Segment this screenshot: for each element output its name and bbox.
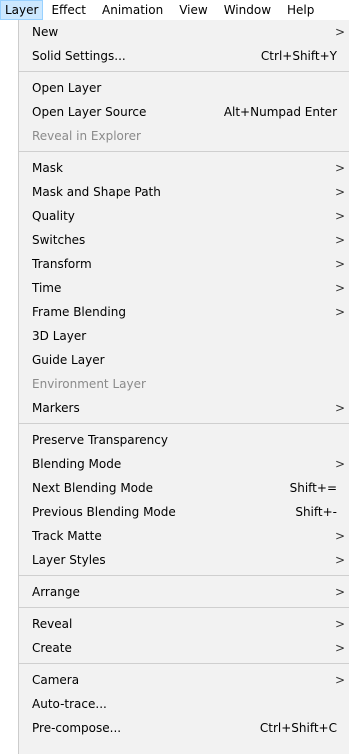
menubar-layer[interactable]: Layer bbox=[0, 0, 44, 20]
layer-dropdown-menu: New > Solid Settings... Ctrl+Shift+Y Open La… bbox=[18, 20, 349, 754]
menu-item-shortcut: Shift+- bbox=[295, 505, 337, 519]
menu-item-label: Solid Settings... bbox=[32, 49, 126, 63]
menu-item-label: Mask and Shape Path bbox=[32, 185, 161, 199]
menu-item-environment-layer: Environment Layer bbox=[19, 372, 349, 396]
menu-item-solid-settings[interactable]: Solid Settings... Ctrl+Shift+Y bbox=[19, 44, 349, 68]
menu-item-new[interactable]: New > bbox=[19, 20, 349, 44]
chevron-right-icon: > bbox=[334, 185, 345, 199]
menubar-help[interactable]: Help bbox=[279, 0, 322, 20]
menu-separator bbox=[19, 68, 349, 76]
menu-item-label: New bbox=[32, 25, 59, 39]
menu-item-label: Blending Mode bbox=[32, 457, 122, 471]
menu-separator bbox=[19, 572, 349, 580]
menu-item-switches[interactable]: Switches > bbox=[19, 228, 349, 252]
menubar-animation[interactable]: Animation bbox=[94, 0, 171, 20]
menu-item-arrange[interactable]: Arrange > bbox=[19, 580, 349, 604]
chevron-right-icon: > bbox=[334, 257, 345, 271]
menu-separator bbox=[19, 660, 349, 668]
chevron-right-icon: > bbox=[334, 209, 345, 223]
menu-item-label: Environment Layer bbox=[32, 377, 146, 391]
menu-item-open-layer[interactable]: Open Layer bbox=[19, 76, 349, 100]
menu-item-time[interactable]: Time > bbox=[19, 276, 349, 300]
menu-item-mask[interactable]: Mask > bbox=[19, 156, 349, 180]
chevron-right-icon: > bbox=[334, 529, 345, 543]
menu-item-label: Create bbox=[32, 641, 72, 655]
menu-item-previous-blending-mode[interactable]: Previous Blending Mode Shift+- bbox=[19, 500, 349, 524]
menu-item-label: Markers bbox=[32, 401, 80, 415]
chevron-right-icon: > bbox=[334, 401, 345, 415]
menu-item-label: Reveal bbox=[32, 617, 73, 631]
menu-item-label: Mask bbox=[32, 161, 63, 175]
menu-item-label: Guide Layer bbox=[32, 353, 105, 367]
chevron-right-icon: > bbox=[334, 25, 345, 39]
menu-item-pre-compose[interactable]: Pre-compose... Ctrl+Shift+C bbox=[19, 716, 349, 740]
chevron-right-icon: > bbox=[334, 161, 345, 175]
chevron-right-icon: > bbox=[334, 553, 345, 567]
menu-item-shortcut: Shift+= bbox=[289, 481, 337, 495]
menubar-effect[interactable]: Effect bbox=[43, 0, 94, 20]
menu-item-open-layer-source[interactable]: Open Layer Source Alt+Numpad Enter bbox=[19, 100, 349, 124]
menu-item-quality[interactable]: Quality > bbox=[19, 204, 349, 228]
menu-item-next-blending-mode[interactable]: Next Blending Mode Shift+= bbox=[19, 476, 349, 500]
menu-item-label: Pre-compose... bbox=[32, 721, 122, 735]
menu-item-reveal-in-explorer: Reveal in Explorer bbox=[19, 124, 349, 148]
chevron-right-icon: > bbox=[334, 585, 345, 599]
menu-item-label: Camera bbox=[32, 673, 80, 687]
chevron-right-icon: > bbox=[334, 673, 345, 687]
menu-item-label: Preserve Transparency bbox=[32, 433, 168, 447]
menu-item-label: Auto-trace... bbox=[32, 697, 107, 711]
menu-item-3d-layer[interactable]: 3D Layer bbox=[19, 324, 349, 348]
menu-item-label: Reveal in Explorer bbox=[32, 129, 141, 143]
menu-item-camera[interactable]: Camera > bbox=[19, 668, 349, 692]
menubar-window[interactable]: Window bbox=[216, 0, 279, 20]
menu-item-mask-and-shape-path[interactable]: Mask and Shape Path > bbox=[19, 180, 349, 204]
menu-item-auto-trace[interactable]: Auto-trace... bbox=[19, 692, 349, 716]
chevron-right-icon: > bbox=[334, 617, 345, 631]
menu-separator bbox=[19, 604, 349, 612]
menu-item-preserve-transparency[interactable]: Preserve Transparency bbox=[19, 428, 349, 452]
menu-item-label: Time bbox=[32, 281, 62, 295]
menu-item-transform[interactable]: Transform > bbox=[19, 252, 349, 276]
chevron-right-icon: > bbox=[334, 281, 345, 295]
menu-item-markers[interactable]: Markers > bbox=[19, 396, 349, 420]
menu-item-label: Track Matte bbox=[32, 529, 102, 543]
menu-item-label: Switches bbox=[32, 233, 86, 247]
chevron-right-icon: > bbox=[334, 233, 345, 247]
menu-item-reveal[interactable]: Reveal > bbox=[19, 612, 349, 636]
menu-item-label: Next Blending Mode bbox=[32, 481, 154, 495]
menu-item-track-matte[interactable]: Track Matte > bbox=[19, 524, 349, 548]
chevron-right-icon: > bbox=[334, 305, 345, 319]
menu-item-label: Previous Blending Mode bbox=[32, 505, 176, 519]
menu-item-guide-layer[interactable]: Guide Layer bbox=[19, 348, 349, 372]
menu-item-label: Quality bbox=[32, 209, 75, 223]
menu-item-label: Arrange bbox=[32, 585, 80, 599]
menu-item-frame-blending[interactable]: Frame Blending > bbox=[19, 300, 349, 324]
menu-separator bbox=[19, 420, 349, 428]
menu-item-label: 3D Layer bbox=[32, 329, 87, 343]
menu-item-blending-mode[interactable]: Blending Mode > bbox=[19, 452, 349, 476]
menu-item-label: Open Layer bbox=[32, 81, 102, 95]
chevron-right-icon: > bbox=[334, 641, 345, 655]
menu-separator bbox=[19, 148, 349, 156]
menu-item-label: Layer Styles bbox=[32, 553, 106, 567]
menubar-view[interactable]: View bbox=[171, 0, 215, 20]
menu-item-shortcut: Alt+Numpad Enter bbox=[223, 105, 337, 119]
menu-item-shortcut: Ctrl+Shift+Y bbox=[260, 49, 337, 63]
menu-item-label: Open Layer Source bbox=[32, 105, 147, 119]
menu-item-shortcut: Ctrl+Shift+C bbox=[259, 721, 337, 735]
menu-item-create[interactable]: Create > bbox=[19, 636, 349, 660]
menu-item-label: Frame Blending bbox=[32, 305, 126, 319]
menu-item-label: Transform bbox=[32, 257, 92, 271]
menu-bar: Layer Effect Animation View Window Help bbox=[0, 0, 349, 20]
chevron-right-icon: > bbox=[334, 457, 345, 471]
menu-item-layer-styles[interactable]: Layer Styles > bbox=[19, 548, 349, 572]
